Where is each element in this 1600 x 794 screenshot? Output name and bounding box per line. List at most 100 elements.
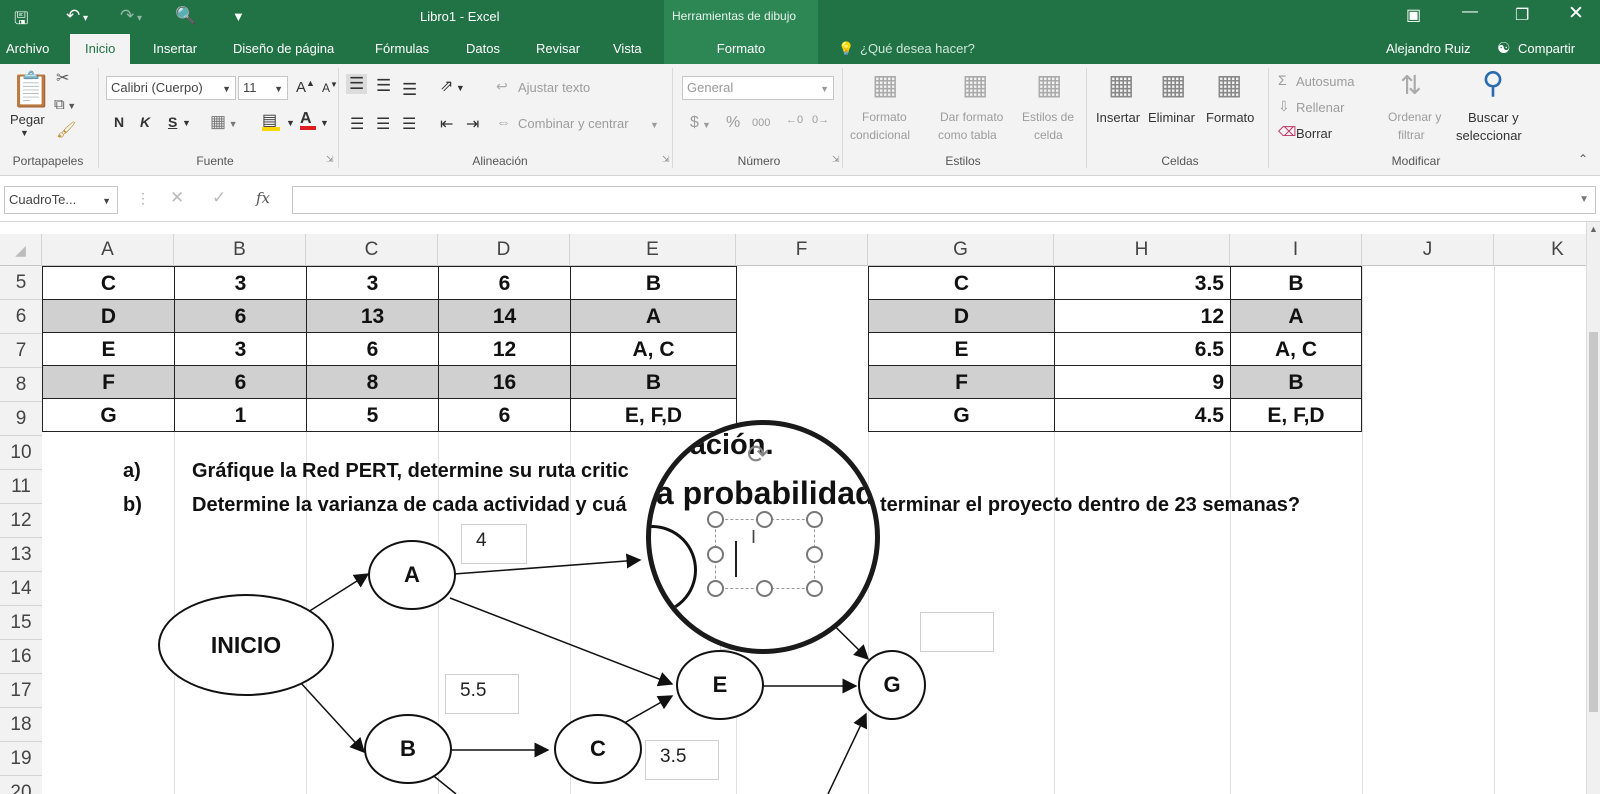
node-b[interactable]: B: [364, 714, 452, 784]
autosum-button[interactable]: Autosuma: [1296, 74, 1355, 89]
cell-styles-line2[interactable]: celda: [1034, 128, 1063, 142]
find-select-line2[interactable]: seleccionar: [1456, 128, 1522, 143]
resize-handle[interactable]: [756, 511, 773, 528]
underline-dropdown-icon[interactable]: ▼: [182, 118, 191, 128]
sort-filter-line1[interactable]: Ordenar y: [1388, 110, 1441, 124]
sort-filter-icon[interactable]: ⇅: [1400, 70, 1422, 101]
redo-icon[interactable]: ↷ ▾: [120, 6, 142, 26]
align-middle-icon[interactable]: ☰: [376, 76, 391, 96]
copy-icon[interactable]: ⧉ ▼: [54, 96, 76, 113]
conditional-format-icon[interactable]: ▦: [872, 68, 898, 101]
user-name[interactable]: Alejandro Ruiz: [1386, 41, 1471, 56]
percent-button[interactable]: %: [726, 114, 740, 132]
customize-qat-icon[interactable]: ▼: [232, 9, 245, 24]
activity-duration-box[interactable]: 5.5: [445, 674, 519, 714]
tab-archivo[interactable]: Archivo: [6, 41, 49, 56]
fill-color-dropdown-icon[interactable]: ▼: [286, 118, 295, 128]
autosum-icon[interactable]: Σ: [1278, 72, 1287, 88]
print-preview-icon[interactable]: 🔍: [175, 6, 196, 26]
vertical-scrollbar[interactable]: ▲: [1586, 222, 1600, 794]
tab-formato[interactable]: Formato: [664, 34, 818, 64]
currency-button[interactable]: $: [690, 114, 699, 132]
thousands-button[interactable]: 000: [752, 117, 770, 129]
share-button[interactable]: Compartir: [1518, 41, 1575, 56]
node-g[interactable]: G: [858, 650, 926, 720]
align-top-icon[interactable]: ☰: [346, 74, 368, 94]
format-as-table-line2[interactable]: como tabla: [938, 128, 997, 142]
activity-duration-box[interactable]: 4: [461, 524, 527, 564]
borders-icon[interactable]: ▦ ▼: [210, 112, 237, 132]
cell-styles-icon[interactable]: ▦: [1036, 68, 1062, 101]
align-right-icon[interactable]: ☰: [402, 114, 416, 134]
align-center-icon[interactable]: ☰: [376, 114, 390, 134]
format-cells-button[interactable]: Formato: [1206, 110, 1254, 125]
number-format-select[interactable]: General ▼: [682, 76, 834, 100]
textbox-selection-frame[interactable]: [715, 519, 815, 589]
font-color-icon[interactable]: A: [300, 110, 316, 130]
align-bottom-icon[interactable]: ☰: [402, 80, 417, 100]
tab-insertar[interactable]: Insertar: [153, 41, 197, 56]
resize-handle[interactable]: [707, 546, 724, 563]
insert-cells-button[interactable]: Insertar: [1096, 110, 1140, 125]
tab-formulas[interactable]: Fórmulas: [375, 41, 429, 56]
delete-cells-button[interactable]: Eliminar: [1148, 110, 1195, 125]
wrap-text-icon[interactable]: ↩: [496, 78, 508, 95]
node-c[interactable]: C: [554, 714, 642, 784]
merge-dropdown-icon[interactable]: ▼: [650, 120, 659, 130]
decrease-indent-icon[interactable]: ⇤: [440, 114, 453, 134]
collapse-ribbon-icon[interactable]: ⌃: [1578, 152, 1588, 166]
fill-button[interactable]: Rellenar: [1296, 100, 1344, 115]
clear-icon[interactable]: ⌫: [1278, 124, 1296, 140]
decrease-decimal-icon[interactable]: 0→: [812, 114, 829, 126]
paste-button[interactable]: Pegar: [10, 112, 45, 127]
merge-center-button[interactable]: Combinar y centrar: [518, 116, 629, 131]
align-left-icon[interactable]: ☰: [350, 114, 364, 134]
merge-center-icon[interactable]: ⇔: [496, 114, 511, 131]
name-box[interactable]: CuadroTe... ▼: [4, 186, 118, 214]
scrollbar-thumb[interactable]: [1589, 332, 1598, 712]
conditional-format-line1[interactable]: Formato: [862, 110, 907, 124]
number-launcher-icon[interactable]: ⇲: [832, 154, 840, 165]
cancel-icon[interactable]: ✕: [170, 188, 184, 208]
node-inicio[interactable]: INICIO: [158, 594, 334, 696]
rotate-handle-icon[interactable]: ⟳: [747, 439, 769, 470]
increase-indent-icon[interactable]: ⇥: [466, 114, 479, 134]
tab-diseno-pagina[interactable]: Diseño de página: [233, 41, 334, 56]
enter-icon[interactable]: ✓: [212, 188, 226, 208]
cell-styles-line1[interactable]: Estilos de: [1022, 110, 1074, 124]
delete-cells-icon[interactable]: ▦: [1160, 68, 1186, 101]
tab-revisar[interactable]: Revisar: [536, 41, 580, 56]
font-size-select[interactable]: 11 ▼: [238, 76, 288, 100]
shrink-font-icon[interactable]: A▼: [322, 80, 338, 95]
formula-input[interactable]: ▼: [292, 186, 1596, 214]
insert-function-button[interactable]: fx: [256, 189, 270, 207]
paste-dropdown-icon[interactable]: ▼: [20, 128, 29, 138]
ribbon-display-icon[interactable]: ▣: [1406, 5, 1421, 25]
font-name-select[interactable]: Calibri (Cuerpo) ▼: [106, 76, 236, 100]
insert-cells-icon[interactable]: ▦: [1108, 68, 1134, 101]
scroll-up-icon[interactable]: ▲: [1589, 224, 1598, 234]
resize-handle[interactable]: [756, 580, 773, 597]
sort-filter-line2[interactable]: filtrar: [1398, 128, 1425, 142]
resize-handle[interactable]: [707, 580, 724, 597]
underline-button[interactable]: S: [168, 114, 177, 130]
currency-dropdown-icon[interactable]: ▼: [702, 120, 711, 130]
clear-button[interactable]: Borrar: [1296, 126, 1332, 141]
increase-decimal-icon[interactable]: ←0: [786, 114, 803, 126]
activity-duration-box[interactable]: 3.5: [645, 740, 719, 780]
cut-icon[interactable]: ✂: [56, 68, 69, 88]
format-painter-icon[interactable]: 🖌: [56, 120, 76, 140]
tab-vista[interactable]: Vista: [613, 41, 642, 56]
clipboard-icon[interactable]: 📋: [10, 70, 52, 110]
node-a[interactable]: A: [368, 540, 456, 610]
restore-icon[interactable]: ❐: [1515, 5, 1529, 25]
format-cells-icon[interactable]: ▦: [1216, 68, 1242, 101]
resize-handle[interactable]: [806, 511, 823, 528]
italic-button[interactable]: K: [140, 114, 150, 130]
alignment-launcher-icon[interactable]: ⇲: [662, 154, 670, 165]
save-icon[interactable]: 🖫: [14, 6, 28, 35]
undo-icon[interactable]: ↶ ▾: [66, 6, 88, 26]
fill-icon[interactable]: ⇩: [1278, 98, 1290, 115]
find-select-line1[interactable]: Buscar y: [1468, 110, 1519, 125]
grow-font-icon[interactable]: A▲: [296, 78, 315, 96]
